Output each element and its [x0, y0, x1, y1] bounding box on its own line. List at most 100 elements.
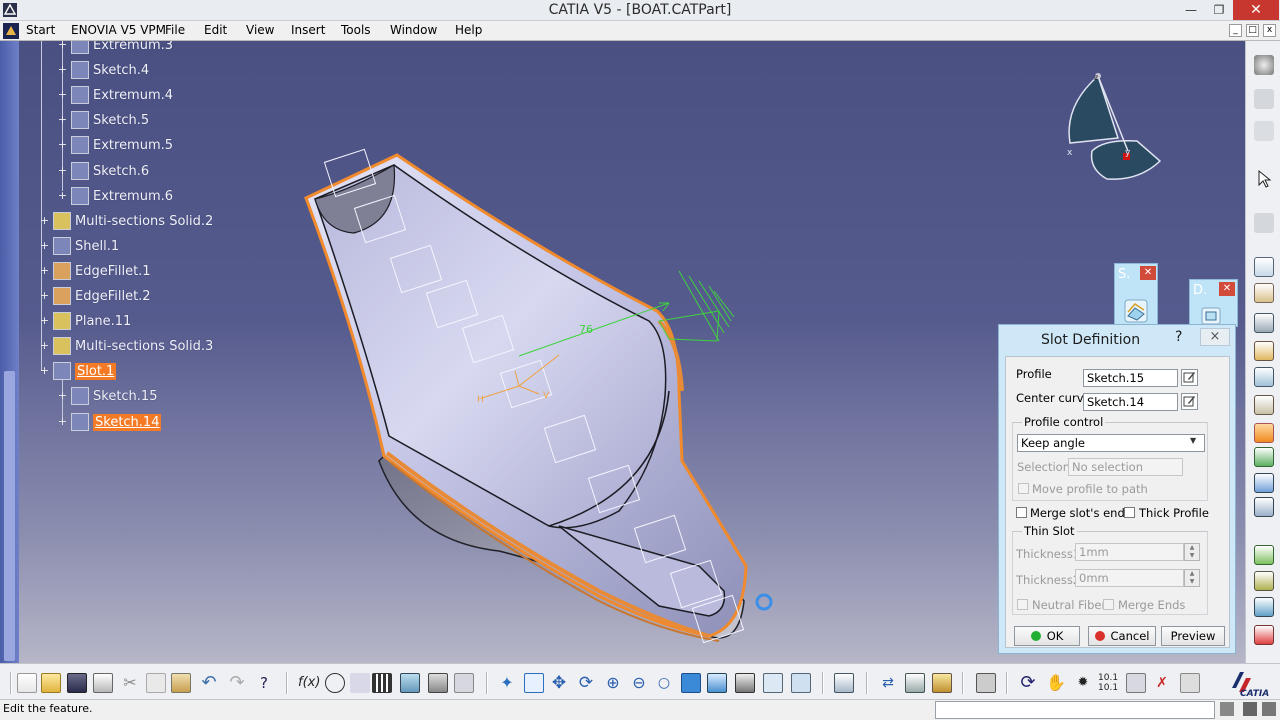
tree-item[interactable]: + Sketch.6 — [57, 160, 149, 182]
thickness2-field[interactable]: 0mm — [1075, 569, 1184, 587]
copy-icon[interactable] — [146, 673, 166, 693]
isometric-view-icon[interactable] — [707, 673, 727, 693]
tree-expand-icon[interactable]: + — [57, 416, 68, 428]
tree-item[interactable]: + Extremum.4 — [57, 84, 173, 106]
grid-icon[interactable] — [1126, 673, 1146, 693]
center-curve-edit-button[interactable] — [1181, 393, 1198, 410]
open-folder-icon[interactable] — [41, 673, 61, 693]
layer-filter-icon[interactable] — [1243, 702, 1257, 716]
select-arrow-icon[interactable] — [1254, 169, 1274, 189]
scrollbar-thumb[interactable] — [4, 371, 15, 661]
tree-item[interactable]: + Sketch.5 — [57, 109, 149, 131]
update-icon[interactable]: ⇄ — [878, 673, 898, 693]
grab-icon[interactable]: ✋ — [1046, 673, 1066, 693]
mini-panel-close-button[interactable]: ✕ — [1219, 282, 1235, 296]
tree-item[interactable]: + Extremum.6 — [57, 185, 173, 207]
tree-expand-icon[interactable]: + — [57, 114, 68, 126]
shading-icon[interactable] — [735, 673, 755, 693]
body-icon[interactable] — [932, 673, 952, 693]
tree-item[interactable]: + Sketch.15 — [57, 385, 157, 407]
menu-view[interactable]: View — [246, 23, 274, 37]
menu-file[interactable]: File — [165, 23, 185, 37]
start-menu-icon[interactable] — [3, 23, 19, 39]
3d-viewport[interactable]: 76 H V z x y + Extremum.3 + Sketch.4 + Extrem… — [19, 41, 1245, 663]
layer-icon[interactable] — [1180, 673, 1200, 693]
preview-button[interactable]: Preview — [1161, 626, 1225, 646]
zoom-out-icon[interactable]: ⊖ — [629, 673, 649, 693]
knowledge-icon[interactable] — [454, 673, 474, 693]
rotate-icon[interactable]: ⟳ — [576, 673, 596, 693]
new-file-icon[interactable] — [17, 673, 37, 693]
shell-icon[interactable] — [1254, 625, 1274, 645]
tree-item[interactable]: + Slot.1 — [39, 360, 117, 382]
tree-expand-icon[interactable]: + — [39, 240, 50, 252]
doc-restore-button[interactable]: □ — [1246, 24, 1259, 37]
pocket-icon[interactable] — [1254, 283, 1274, 303]
cancel-button[interactable]: Cancel — [1088, 626, 1156, 646]
mode-icon[interactable] — [1262, 702, 1276, 716]
toolbar-handle-icon[interactable] — [1254, 121, 1274, 141]
tree-item[interactable]: + Sketch.4 — [57, 59, 149, 81]
loft-icon[interactable] — [1254, 473, 1274, 493]
doc-minimize-button[interactable]: _ — [1229, 24, 1242, 37]
sketcher-mini-toolbar[interactable]: S. ✕ — [1114, 263, 1158, 331]
slot-icon[interactable] — [1254, 423, 1274, 443]
tree-expand-icon[interactable]: + — [39, 215, 50, 227]
menu-window[interactable]: Window — [390, 23, 437, 37]
tree-expand-icon[interactable]: + — [57, 139, 68, 151]
help-button[interactable]: ? — [1175, 329, 1182, 345]
constraint-icon[interactable]: ✹ — [1073, 673, 1093, 693]
capture-icon[interactable] — [976, 673, 996, 693]
law-icon[interactable] — [350, 673, 370, 693]
hole-icon[interactable] — [1254, 367, 1274, 387]
multi-view-icon[interactable] — [681, 673, 701, 693]
profile-field[interactable]: Sketch.15 — [1083, 369, 1178, 387]
thickness1-field[interactable]: 1mm — [1075, 543, 1184, 561]
zoom-in-icon[interactable]: ⊕ — [603, 673, 623, 693]
merge-ends-checkbox[interactable] — [1103, 599, 1114, 610]
tree-item[interactable]: + Multi-sections Solid.3 — [39, 335, 213, 357]
tree-item[interactable]: + EdgeFillet.1 — [39, 260, 151, 282]
center-curve-field[interactable]: Sketch.14 — [1083, 393, 1178, 411]
thickness2-spinner[interactable]: ▲ ▼ — [1184, 569, 1200, 587]
tree-item[interactable]: + Sketch.14 — [57, 411, 162, 433]
tree-scrollbar[interactable] — [0, 41, 19, 663]
menu-tools[interactable]: Tools — [341, 23, 371, 37]
maximize-button[interactable]: ❐ — [1206, 0, 1232, 20]
neutral-fiber-checkbox[interactable] — [1017, 599, 1028, 610]
swap-visible-space-icon[interactable] — [791, 673, 811, 693]
tree-item[interactable]: + Plane.11 — [39, 310, 131, 332]
formula-icon[interactable]: f(x) — [298, 673, 320, 693]
tree-expand-icon[interactable]: + — [57, 190, 68, 202]
tree-expand-icon[interactable]: + — [39, 365, 50, 377]
toolbar-handle-icon[interactable] — [1254, 89, 1274, 109]
selection-field[interactable]: No selection — [1068, 458, 1183, 476]
compass-icon[interactable] — [1068, 73, 1162, 180]
pan-icon[interactable]: ✥ — [549, 673, 569, 693]
whats-this-icon[interactable]: ? — [254, 673, 274, 693]
design-table-icon[interactable] — [372, 673, 392, 693]
draft-icon[interactable] — [1254, 597, 1274, 617]
tree-item[interactable]: + Shell.1 — [39, 235, 119, 257]
redo-icon[interactable]: ↷ — [227, 673, 247, 693]
fit-all-icon[interactable] — [524, 673, 544, 693]
profile-edit-button[interactable] — [1181, 369, 1198, 386]
tree-expand-icon[interactable]: + — [57, 89, 68, 101]
tree-expand-icon[interactable]: + — [57, 64, 68, 76]
dialog-close-button[interactable]: × — [1200, 328, 1230, 346]
merge-slot-ends-checkbox[interactable] — [1016, 507, 1027, 518]
move-profile-checkbox[interactable] — [1018, 483, 1029, 494]
mini-panel-close-button[interactable]: ✕ — [1140, 266, 1156, 280]
normal-view-icon[interactable]: ○ — [654, 673, 674, 693]
stiffener-icon[interactable] — [1254, 447, 1274, 467]
menu-insert[interactable]: Insert — [291, 23, 325, 37]
groove-icon[interactable] — [1254, 341, 1274, 361]
dress-up-tool-icon[interactable] — [1200, 306, 1222, 326]
hide-show-icon[interactable] — [763, 673, 783, 693]
close-button[interactable]: ✕ — [1233, 0, 1279, 20]
menu-help[interactable]: Help — [455, 23, 482, 37]
comment-icon[interactable] — [325, 673, 345, 693]
ok-button[interactable]: OK — [1014, 626, 1080, 646]
dress-up-mini-toolbar[interactable]: D. ✕ — [1189, 279, 1238, 327]
tree-expand-icon[interactable]: + — [57, 390, 68, 402]
